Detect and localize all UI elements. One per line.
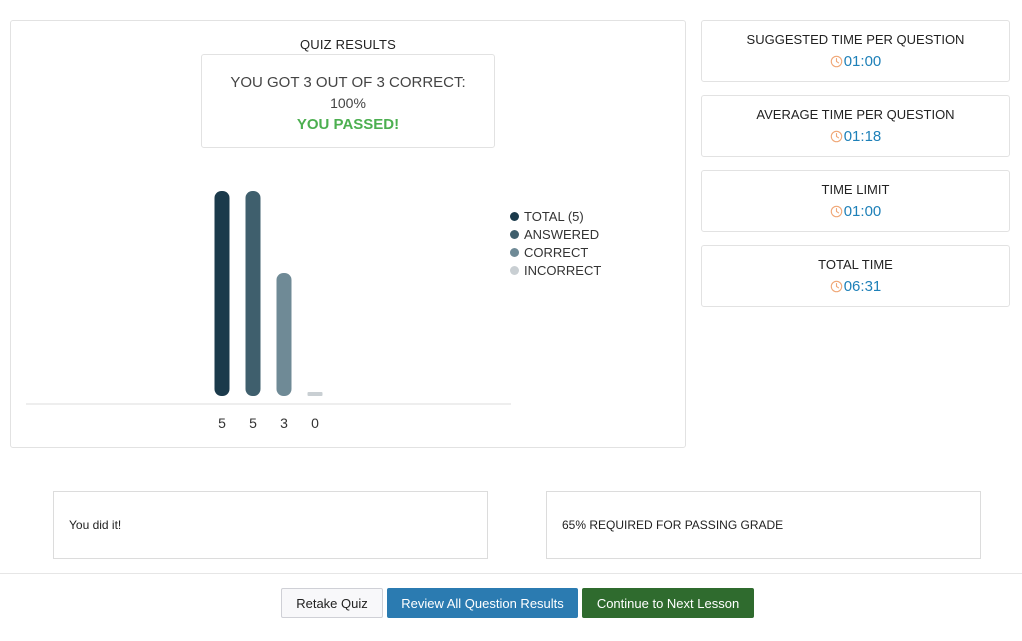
bar-value-label: 5 — [249, 415, 257, 431]
time-label: SUGGESTED TIME PER QUESTION — [746, 32, 965, 47]
time-value-row: 01:00 — [702, 203, 1009, 222]
bar-value-label: 3 — [280, 415, 288, 431]
legend-swatch — [510, 265, 519, 275]
legend-item: TOTAL (5) — [510, 207, 601, 225]
legend-label: INCORRECT — [524, 262, 602, 278]
chart-bar-total — [214, 191, 230, 396]
retake-quiz-button[interactable]: Retake Quiz — [281, 588, 383, 618]
time-label: AVERAGE TIME PER QUESTION — [756, 107, 955, 122]
bar-value-label: 5 — [218, 415, 226, 431]
suggested-time-card: SUGGESTED TIME PER QUESTION 01:00 — [701, 20, 1010, 82]
legend-item: ANSWERED — [510, 225, 601, 243]
clock-icon — [830, 205, 843, 222]
time-value: 01:00 — [843, 53, 882, 70]
quiz-results-panel: QUIZ RESULTS YOU GOT 3 OUT OF 3 CORRECT:… — [10, 20, 686, 448]
time-value: 01:00 — [843, 203, 882, 220]
legend-item: INCORRECT — [510, 261, 601, 279]
legend-swatch — [510, 229, 519, 239]
legend-swatch — [510, 247, 519, 257]
review-results-button[interactable]: Review All Question Results — [387, 588, 578, 618]
clock-icon — [830, 130, 843, 147]
legend-label: CORRECT — [524, 244, 589, 260]
average-time-card: AVERAGE TIME PER QUESTION 01:18 — [701, 95, 1010, 157]
total-time-card: TOTAL TIME 06:31 — [701, 245, 1010, 307]
legend-item: CORRECT — [510, 243, 601, 261]
legend-label: ANSWERED — [524, 226, 600, 242]
continue-next-lesson-button[interactable]: Continue to Next Lesson — [582, 588, 754, 618]
time-value-row: 06:31 — [702, 278, 1009, 297]
time-limit-card: TIME LIMIT 01:00 — [701, 170, 1010, 232]
time-value: 06:31 — [843, 278, 882, 295]
time-value-row: 01:00 — [702, 53, 1009, 72]
clock-icon — [830, 55, 843, 72]
feedback-message-box: You did it! — [53, 491, 488, 559]
chart-bar-correct — [276, 273, 292, 396]
time-label: TOTAL TIME — [818, 257, 893, 272]
chart-bar-answered — [245, 191, 261, 396]
feedback-message: You did it! — [69, 518, 122, 532]
passing-requirement-box: 65% REQUIRED FOR PASSING GRADE — [546, 491, 981, 559]
chart-legend: TOTAL (5) ANSWERED CORRECT INCORRECT — [510, 207, 601, 279]
time-value: 01:18 — [843, 128, 882, 145]
passing-requirement: 65% REQUIRED FOR PASSING GRADE — [562, 518, 784, 532]
legend-label: TOTAL (5) — [524, 208, 584, 224]
bar-value-label: 0 — [311, 415, 319, 431]
time-value-row: 01:18 — [702, 128, 1009, 147]
legend-swatch — [510, 211, 519, 221]
time-label: TIME LIMIT — [821, 182, 890, 197]
chart-bar-incorrect — [307, 392, 323, 396]
clock-icon — [830, 280, 843, 297]
footer-divider — [0, 573, 1022, 574]
